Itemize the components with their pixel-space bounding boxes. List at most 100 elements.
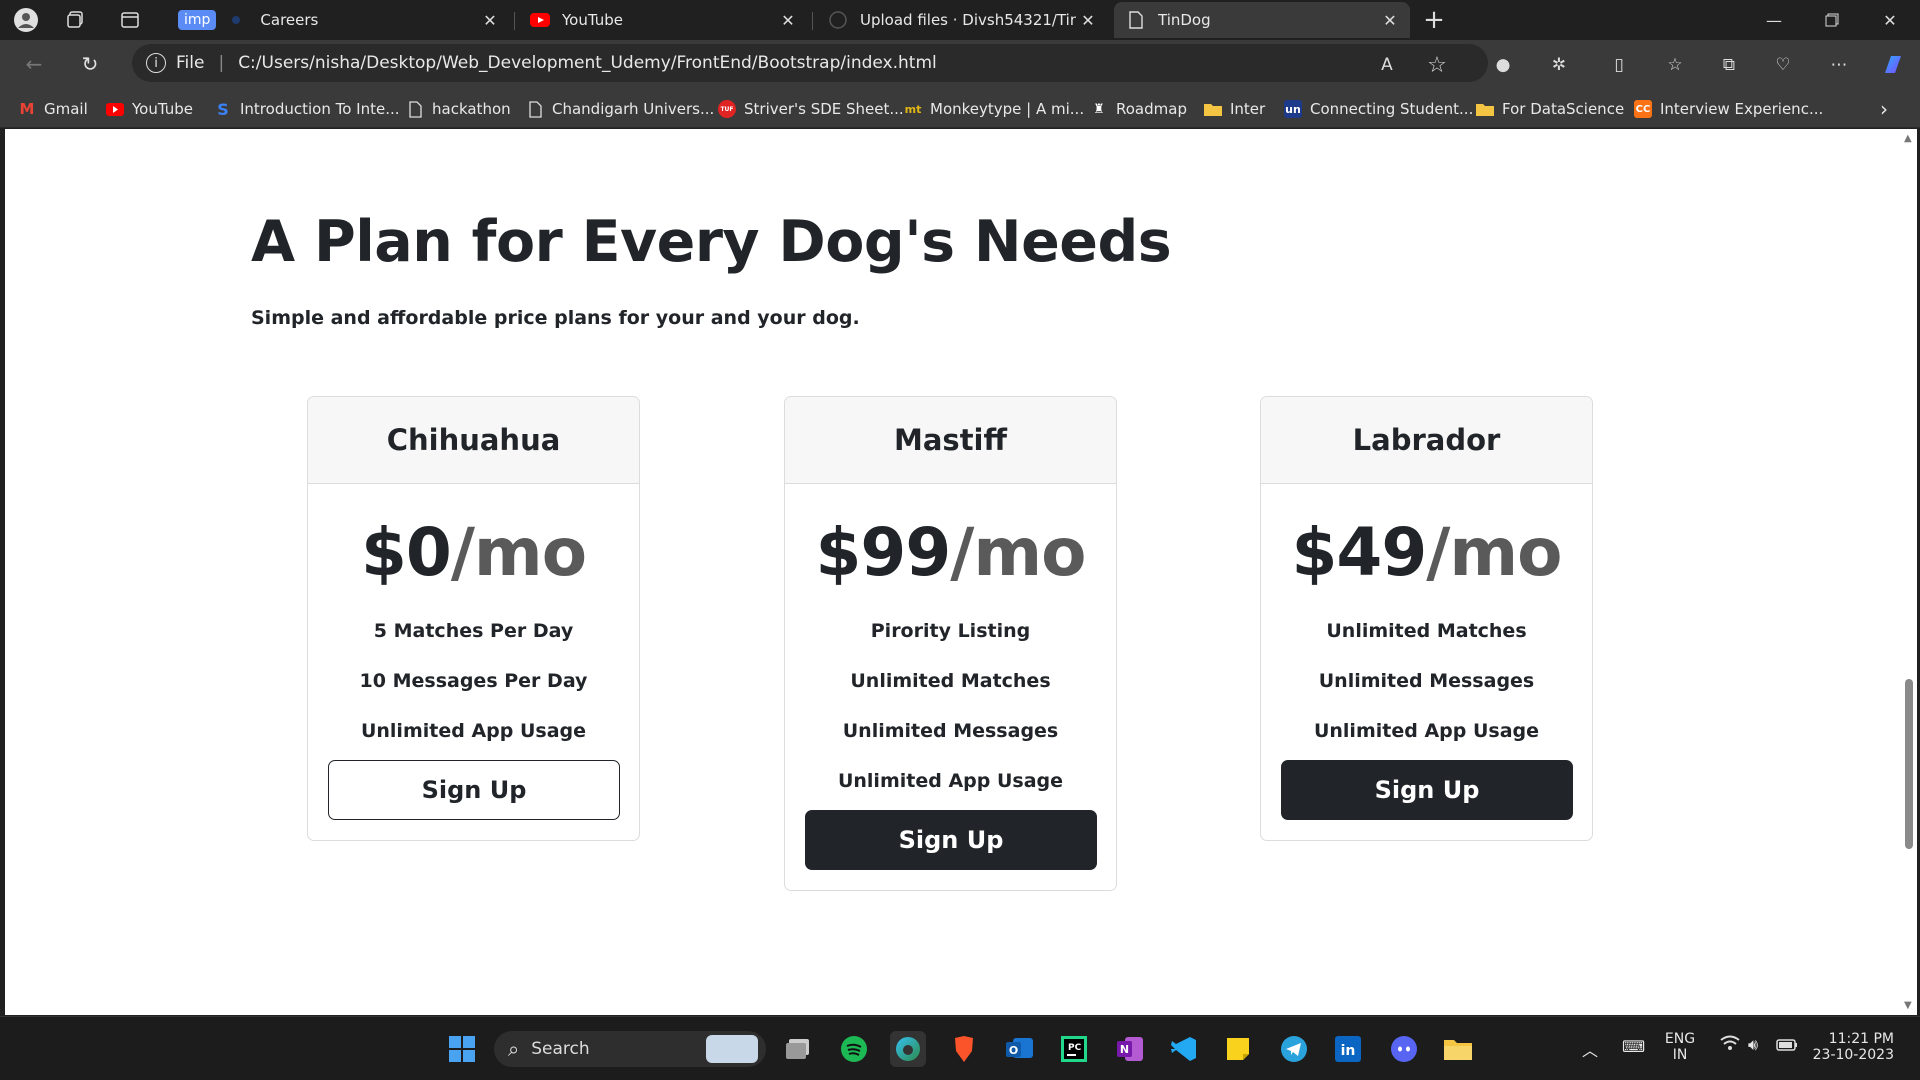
region-code: IN	[1672, 1047, 1688, 1063]
edge-icon[interactable]	[890, 1031, 926, 1067]
close-icon[interactable]: ✕	[776, 8, 800, 32]
battery-icon[interactable]	[1776, 1039, 1798, 1055]
address-url[interactable]: C:/Users/nisha/Desktop/Web_Development_U…	[238, 53, 937, 73]
tab-tindog[interactable]: TinDog ✕	[1114, 2, 1410, 38]
tab-title: Upload files · Divsh54321/Tindog	[860, 11, 1076, 29]
bookmark-roadmap[interactable]: ♜ Roadmap	[1090, 98, 1187, 120]
plan-body: $0/mo 5 Matches Per Day 10 Messages Per …	[308, 484, 639, 840]
price-period: /mo	[450, 514, 587, 591]
file-icon	[526, 100, 544, 118]
file-icon	[406, 100, 424, 118]
plan-name: Mastiff	[785, 397, 1116, 484]
bookmark-label: Striver's SDE Sheet...	[744, 100, 904, 118]
close-window-icon[interactable]: ✕	[1862, 0, 1918, 40]
bookmark-gmail[interactable]: M Gmail	[18, 98, 88, 120]
restore-icon[interactable]	[1804, 0, 1860, 40]
telegram-icon[interactable]	[1276, 1031, 1312, 1067]
show-hidden-icons[interactable]: ︿	[1582, 1037, 1598, 1061]
more-icon[interactable]: ⋯	[1826, 52, 1852, 78]
bookmark-inter[interactable]: Inter	[1204, 98, 1265, 120]
svg-text:O: O	[1009, 1044, 1018, 1057]
bookmarks-overflow-icon[interactable]: ›	[1880, 97, 1888, 121]
bookmark-unstop[interactable]: un Connecting Student...	[1284, 98, 1473, 120]
svg-text:PC: PC	[1068, 1043, 1082, 1053]
vscode-icon[interactable]	[1166, 1031, 1202, 1067]
bookmark-youtube[interactable]: YouTube	[106, 98, 193, 120]
keyboard-icon[interactable]: ⌨	[1622, 1037, 1645, 1056]
bookmark-datascience[interactable]: For DataScience	[1476, 98, 1624, 120]
profile-icon[interactable]	[12, 6, 40, 34]
copilot-icon[interactable]	[1880, 52, 1906, 78]
favorite-star-icon[interactable]: ☆	[1424, 52, 1450, 78]
windows-start-icon[interactable]	[444, 1031, 480, 1067]
read-aloud-icon[interactable]: A	[1374, 52, 1400, 78]
bookmark-label: Chandigarh Univers...	[552, 100, 715, 118]
page-title: A Plan for Every Dog's Needs	[251, 209, 1172, 275]
youtube-icon	[106, 100, 124, 118]
bookmark-label: For DataScience	[1502, 100, 1625, 118]
pycharm-icon[interactable]: PC	[1056, 1031, 1092, 1067]
plan-price: $49/mo	[1281, 514, 1572, 592]
brave-icon[interactable]	[946, 1031, 982, 1067]
bookmark-introduction[interactable]: S Introduction To Inte...	[214, 98, 399, 120]
scroll-thumb[interactable]	[1905, 679, 1913, 849]
taskbar-search[interactable]: ⌕ Search	[494, 1031, 766, 1067]
svg-text:in: in	[1341, 1043, 1356, 1059]
search-label: Search	[531, 1039, 590, 1059]
plan-body: $49/mo Unlimited Matches Unlimited Messa…	[1261, 484, 1592, 840]
refresh-icon[interactable]: ↻	[74, 48, 106, 80]
spotify-icon[interactable]	[836, 1031, 872, 1067]
tab-group-label[interactable]: imp	[178, 10, 217, 30]
language-indicator[interactable]: ENG IN	[1662, 1031, 1698, 1063]
close-icon[interactable]: ✕	[1076, 8, 1100, 32]
outlook-icon[interactable]: O	[1002, 1031, 1038, 1067]
signup-button[interactable]: Sign Up	[1281, 760, 1573, 820]
back-icon[interactable]: ←	[18, 48, 50, 80]
discord-icon[interactable]	[1386, 1031, 1422, 1067]
close-icon[interactable]: ✕	[478, 8, 502, 32]
address-bar[interactable]: i File | C:/Users/nisha/Desktop/Web_Deve…	[132, 44, 1488, 82]
signup-button[interactable]: Sign Up	[328, 760, 620, 820]
bookmark-monkeytype[interactable]: mt Monkeytype | A mi...	[904, 98, 1084, 120]
file-explorer-icon[interactable]	[1440, 1031, 1476, 1067]
bookmark-chandigarh[interactable]: Chandigarh Univers...	[526, 98, 714, 120]
signup-button[interactable]: Sign Up	[805, 810, 1097, 870]
bookmark-hackathon[interactable]: hackathon	[406, 98, 511, 120]
plan-feature: Unlimited App Usage	[837, 770, 1064, 792]
close-icon[interactable]: ✕	[1378, 8, 1402, 32]
clock[interactable]: 11:21 PM 23-10-2023	[1810, 1031, 1894, 1063]
extension-icon[interactable]: ●	[1490, 52, 1516, 78]
folder-icon	[1204, 100, 1222, 118]
tab-youtube[interactable]: YouTube ✕	[518, 2, 808, 38]
collections-icon[interactable]: ⧉	[1716, 52, 1742, 78]
bookmark-label: Inter	[1230, 100, 1266, 118]
bookmark-interview[interactable]: CC Interview Experienc...	[1634, 98, 1823, 120]
minimize-icon[interactable]: —	[1746, 0, 1802, 40]
linkedin-icon[interactable]: in	[1330, 1031, 1366, 1067]
sticky-notes-icon[interactable]	[1220, 1031, 1256, 1067]
tab-actions-icon[interactable]	[116, 6, 144, 34]
task-view-icon[interactable]	[780, 1031, 816, 1067]
site-info-icon[interactable]: i	[146, 53, 166, 73]
bookmark-striver[interactable]: TUF Striver's SDE Sheet...	[718, 98, 904, 120]
browser-essentials-icon[interactable]: ♡	[1770, 52, 1796, 78]
extensions-puzzle-icon[interactable]: ✲	[1546, 52, 1572, 78]
file-icon	[1126, 10, 1146, 30]
scroll-down-icon[interactable]: ▼	[1904, 1000, 1912, 1011]
gfg-icon: CC	[1634, 100, 1652, 118]
scroll-up-icon[interactable]: ▲	[1904, 133, 1912, 144]
plan-card-chihuahua: Chihuahua $0/mo 5 Matches Per Day 10 Mes…	[307, 396, 640, 841]
tab-github-upload[interactable]: Upload files · Divsh54321/Tindog ✕	[816, 2, 1108, 38]
favorites-icon[interactable]: ☆	[1662, 52, 1688, 78]
onenote-icon[interactable]: N	[1112, 1031, 1148, 1067]
new-tab-button[interactable]: +	[1420, 5, 1448, 35]
wifi-icon[interactable]	[1720, 1035, 1740, 1055]
volume-icon[interactable]: 🔊︎	[1748, 1035, 1758, 1055]
split-screen-icon[interactable]: ▯	[1606, 52, 1632, 78]
unstop-icon: un	[1284, 100, 1302, 118]
workspaces-icon[interactable]	[62, 6, 90, 34]
tab-careers[interactable]: imp Careers ✕	[166, 2, 510, 38]
page-scrollbar[interactable]: ▲ ▼	[1901, 129, 1917, 1015]
bookmark-label: Monkeytype | A mi...	[930, 100, 1085, 118]
plan-feature: 5 Matches Per Day	[373, 620, 574, 642]
